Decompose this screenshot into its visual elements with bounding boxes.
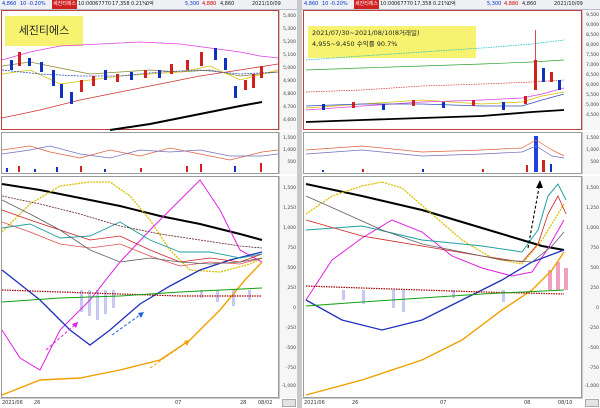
right-osc-tick: 500 <box>590 266 599 271</box>
right-osc-tick: -750 <box>588 366 599 371</box>
right-scroll-button[interactable] <box>585 399 599 407</box>
right-chart-canvas <box>305 30 568 396</box>
right-price-tick: 7,500 <box>586 53 599 58</box>
right-volume-osc-red <box>305 139 565 157</box>
left-chart-canvas <box>1 41 279 396</box>
left-price-tick: 4,800 <box>283 92 296 97</box>
right-date-tick: 08/10 <box>558 400 573 406</box>
right-gray-osc <box>305 195 565 263</box>
left-osc-tick: 1,500 <box>283 186 296 191</box>
right-price-tick: 5,000 <box>586 103 599 108</box>
left-magenta-arrow <box>45 321 79 351</box>
left-osc-tick: 250 <box>287 286 296 291</box>
left-black-osc <box>1 183 263 241</box>
left-osc-tick: -250 <box>285 326 296 331</box>
right-volume-tick: 500 <box>590 160 599 165</box>
right-red-surge <box>305 195 567 263</box>
right-osc-tick: 1,250 <box>586 206 599 211</box>
right-candlesticks <box>322 30 561 110</box>
right-volume-bars <box>322 136 552 172</box>
right-volume-axis: 1,500 1,000 500 <box>582 132 600 174</box>
left-osc-tick: -1,000 <box>281 384 296 389</box>
left-osc-tick: 750 <box>287 246 296 251</box>
right-price-tick: 6,500 <box>586 73 599 78</box>
right-volume-tick: 1,500 <box>586 136 599 141</box>
right-osc-tick: 1,500 <box>586 186 599 191</box>
right-date-tick: 26 <box>352 400 359 406</box>
right-price-tick: 8,500 <box>586 33 599 38</box>
left-price-tick: 5,400 <box>283 14 296 19</box>
left-price-tick: 4,600 <box>283 118 296 123</box>
left-pink-ma-line <box>1 41 279 61</box>
left-osc-tick: 1,000 <box>283 226 296 231</box>
right-price-tick: 8,000 <box>586 43 599 48</box>
right-osc-tick: 1,000 <box>586 226 599 231</box>
left-brown-dash <box>1 195 263 249</box>
right-price-tick: 9,500 <box>586 13 599 18</box>
right-oscillator-axis: 1,500 1,250 1,000 750 500 250 0 -250 -50… <box>582 176 600 398</box>
left-volume-bars <box>6 163 262 172</box>
right-price-tick: 9,000 <box>586 23 599 28</box>
right-osc-tick: 250 <box>590 286 599 291</box>
right-osc-tick: -250 <box>588 326 599 331</box>
left-candlesticks <box>10 48 263 104</box>
right-green-envelope <box>305 59 565 71</box>
left-volume-axis: 1,500 1,000 500 <box>279 132 297 174</box>
right-osc-tick: 0 <box>596 306 599 311</box>
left-volume-tick: 1,500 <box>283 136 296 141</box>
left-date-tick: 2021/06 <box>2 400 23 406</box>
right-volume-osc-blue <box>305 145 565 159</box>
left-price-tick: 5,000 <box>283 66 296 71</box>
left-black-trend-line <box>109 101 263 131</box>
left-price-tick: 4,900 <box>283 79 296 84</box>
left-date-tick: 07 <box>175 400 182 406</box>
right-price-tick: 6,000 <box>586 83 599 88</box>
right-date-tick: 07 <box>440 400 447 406</box>
right-red-dotted-upper <box>305 79 565 93</box>
right-price-tick: 5,500 <box>586 93 599 98</box>
left-date-axis: 2021/06 26 07 28 08/02 <box>0 398 280 408</box>
left-price-axis: 5,400 5,300 5,200 5,100 5,000 4,900 4,80… <box>279 10 297 130</box>
left-date-tick: 26 <box>34 400 41 406</box>
right-osc-tick: 750 <box>590 246 599 251</box>
right-volume-tick: 1,000 <box>586 148 599 153</box>
right-osc-tick: -1,000 <box>584 384 599 389</box>
right-price-tick: 4,500 <box>586 113 599 118</box>
left-volume-tick: 1,000 <box>283 148 296 153</box>
left-date-tick: 28 <box>240 400 247 406</box>
left-volume-tick: 500 <box>287 160 296 165</box>
right-date-axis: 2021/06 26 07 08 08/10 <box>302 398 583 408</box>
right-yellow-osc <box>305 181 565 265</box>
left-blue-osc <box>1 251 263 346</box>
left-osc-tick: -750 <box>285 366 296 371</box>
right-surge-arrow <box>527 181 541 249</box>
left-date-tick: 08/02 <box>258 400 273 406</box>
left-price-tick: 5,300 <box>283 27 296 32</box>
left-price-tick: 5,100 <box>283 53 296 58</box>
left-osc-tick: 0 <box>293 306 296 311</box>
right-date-tick: 2021/06 <box>304 400 325 406</box>
left-histogram <box>80 290 251 320</box>
left-oscillator-axis: 1,500 1,250 1,000 750 500 250 0 -250 -50… <box>279 176 297 398</box>
left-teal-osc <box>1 221 263 259</box>
right-cyan-envelope <box>305 39 565 61</box>
left-green-osc <box>1 287 263 303</box>
right-magenta-osc <box>305 219 565 301</box>
right-date-tick: 08 <box>524 400 531 406</box>
right-black-trend <box>305 109 565 123</box>
right-osc-tick: -500 <box>588 346 599 351</box>
right-price-axis: 9,500 9,000 8,500 8,000 7,500 7,000 6,50… <box>582 10 600 130</box>
left-price-tick: 4,700 <box>283 105 296 110</box>
left-orange-osc <box>1 261 263 396</box>
left-osc-tick: -500 <box>285 346 296 351</box>
left-scroll-button[interactable] <box>282 399 296 407</box>
left-chart-window: 4,860 10 -0.20% 세진티에스 10:00 067770 17,35… <box>0 0 297 408</box>
right-chart-window: 4,860 10 -0.20% 세진티에스 10:00 067770 17,35… <box>302 0 600 408</box>
left-osc-tick: 500 <box>287 266 296 271</box>
left-yellow-osc <box>1 181 263 273</box>
left-osc-tick: 1,250 <box>283 206 296 211</box>
left-price-tick: 5,200 <box>283 40 296 45</box>
right-price-tick: 7,000 <box>586 63 599 68</box>
left-volume-osc-red <box>1 145 279 161</box>
